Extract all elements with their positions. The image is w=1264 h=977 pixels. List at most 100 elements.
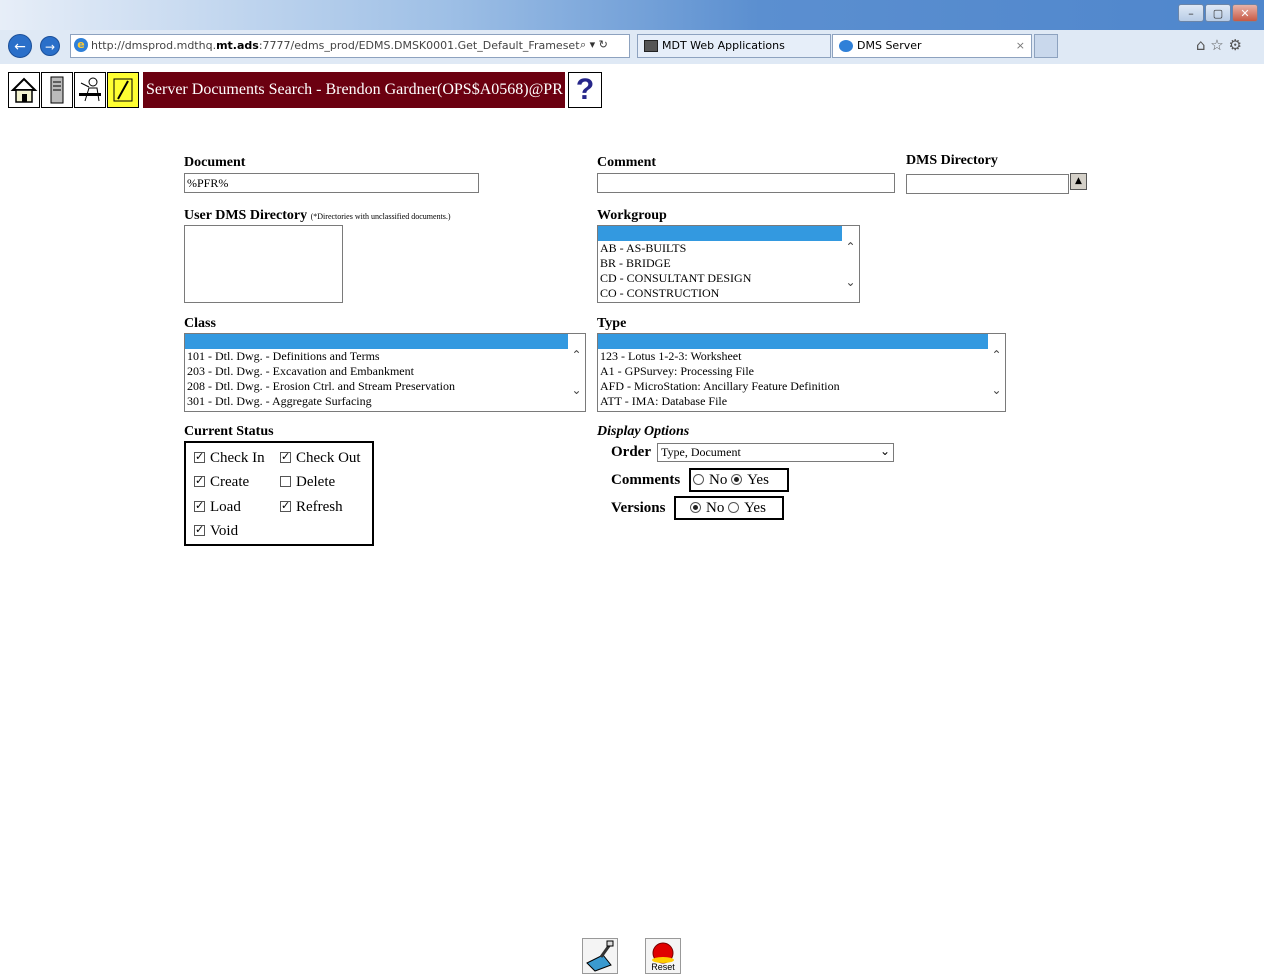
document-input[interactable]: %PFR% xyxy=(184,173,479,193)
user-at-desk-icon[interactable] xyxy=(74,72,106,108)
type-list[interactable]: 123 - Lotus 1-2-3: Worksheet A1 - GPSurv… xyxy=(597,333,1006,412)
status-create[interactable]: Create xyxy=(194,474,249,491)
order-select-value: Type, Document xyxy=(661,445,741,459)
radio-label: Yes xyxy=(747,472,769,488)
comment-input[interactable] xyxy=(597,173,895,193)
home-favorites-settings-icons[interactable]: ⌂ ☆ ⚙ xyxy=(1196,36,1242,54)
dms-directory-picker-button[interactable]: ▲ xyxy=(1070,173,1087,190)
server-icon[interactable] xyxy=(41,72,73,108)
comment-label: Comment xyxy=(597,155,657,170)
versions-no-option[interactable]: No xyxy=(690,500,724,516)
checkbox-icon[interactable] xyxy=(280,450,291,463)
list-item[interactable] xyxy=(598,226,842,241)
checkbox-label: Refresh xyxy=(296,499,343,515)
checkbox-icon[interactable] xyxy=(194,523,205,536)
list-item[interactable]: 101 - Dtl. Dwg. - Definitions and Terms xyxy=(185,349,585,364)
document-label: Document xyxy=(184,155,246,170)
checkbox-label: Load xyxy=(210,499,241,515)
tab-close-icon[interactable]: × xyxy=(1016,35,1025,57)
maximize-button[interactable]: ▢ xyxy=(1205,4,1231,22)
scroll-down-icon[interactable]: ⌄ xyxy=(570,384,583,396)
versions-yes-option[interactable]: Yes xyxy=(728,500,766,516)
list-item[interactable] xyxy=(185,334,568,349)
class-scrollbar[interactable]: ⌃ ⌄ xyxy=(568,334,585,411)
window-titlebar xyxy=(0,0,1264,30)
list-item[interactable]: AB - AS-BUILTS xyxy=(598,241,859,256)
scroll-up-icon[interactable]: ⌃ xyxy=(844,241,857,253)
user-dms-directory-list[interactable] xyxy=(184,225,343,303)
list-item[interactable]: A1 - GPSurvey: Processing File xyxy=(598,364,1005,379)
reset-label: Reset xyxy=(651,962,675,972)
list-item[interactable]: 123 - Lotus 1-2-3: Worksheet xyxy=(598,349,1005,364)
checkbox-label: Delete xyxy=(296,474,336,490)
checkbox-icon[interactable] xyxy=(280,476,291,487)
list-item[interactable]: 301 - Dtl. Dwg. - Aggregate Surfacing xyxy=(185,394,585,409)
home-icon[interactable] xyxy=(8,72,40,108)
list-item[interactable]: 203 - Dtl. Dwg. - Excavation and Embankm… xyxy=(185,364,585,379)
status-check-in[interactable]: Check In xyxy=(194,450,265,467)
url-prefix: http://dmsprod.mdthq. xyxy=(91,39,217,52)
radio-icon[interactable] xyxy=(693,474,704,485)
tab-mdt-web-applications[interactable]: MDT Web Applications xyxy=(637,34,831,58)
status-check-out[interactable]: Check Out xyxy=(280,450,361,467)
chevron-down-icon[interactable]: ⌄ xyxy=(880,444,890,458)
checkbox-label: Check Out xyxy=(296,450,361,466)
radio-label: Yes xyxy=(744,500,766,516)
minimize-button[interactable]: – xyxy=(1178,4,1204,22)
versions-label: Versions xyxy=(611,500,666,516)
edit-pencil-icon[interactable] xyxy=(107,72,139,108)
tab-label: MDT Web Applications xyxy=(662,39,785,52)
workgroup-scrollbar[interactable]: ⌃ ⌄ xyxy=(842,226,859,302)
checkbox-icon[interactable] xyxy=(194,499,205,512)
status-refresh[interactable]: Refresh xyxy=(280,499,343,516)
url-host: mt.ads xyxy=(216,39,259,52)
status-void[interactable]: Void xyxy=(194,523,238,540)
checkbox-label: Check In xyxy=(210,450,265,466)
dms-directory-label: DMS Directory xyxy=(906,153,998,168)
list-item[interactable]: CD - CONSULTANT DESIGN xyxy=(598,271,859,286)
checkbox-icon[interactable] xyxy=(194,474,205,487)
radio-icon[interactable] xyxy=(690,502,701,513)
user-dms-directory-note: (*Directories with unclassified document… xyxy=(310,212,451,221)
reset-button[interactable]: Reset xyxy=(645,938,681,974)
scroll-down-icon[interactable]: ⌄ xyxy=(844,276,857,288)
scroll-down-icon[interactable]: ⌄ xyxy=(990,384,1003,396)
checkbox-icon[interactable] xyxy=(280,499,291,512)
comments-radio-group: No Yes xyxy=(689,468,789,492)
radio-icon[interactable] xyxy=(731,474,743,485)
list-item[interactable]: 208 - Dtl. Dwg. - Erosion Ctrl. and Stre… xyxy=(185,379,585,394)
address-bar[interactable]: e http://dmsprod.mdthq.mt.ads:7777/edms_… xyxy=(70,34,630,58)
display-options-label: Display Options xyxy=(597,424,690,439)
new-tab-button[interactable] xyxy=(1034,34,1058,58)
back-button[interactable]: ← xyxy=(8,34,32,58)
status-load[interactable]: Load xyxy=(194,499,241,516)
close-window-button[interactable]: ✕ xyxy=(1232,4,1258,22)
scroll-up-icon[interactable]: ⌃ xyxy=(570,349,583,361)
list-item[interactable]: AFD - MicroStation: Ancillary Feature De… xyxy=(598,379,1005,394)
address-search-refresh-icon[interactable]: ⌕ ▾ ↻ xyxy=(580,38,628,54)
radio-label: No xyxy=(706,500,725,516)
list-item[interactable]: BR - BRIDGE xyxy=(598,256,859,271)
help-icon[interactable]: ? xyxy=(568,72,602,108)
search-button[interactable] xyxy=(582,938,618,974)
type-scrollbar[interactable]: ⌃ ⌄ xyxy=(988,334,1005,411)
tab-dms-server[interactable]: DMS Server × xyxy=(832,34,1032,58)
url-suffix: :7777/edms_prod/EDMS.DMSK0001.Get_Defaul… xyxy=(258,39,599,52)
scroll-up-icon[interactable]: ⌃ xyxy=(990,349,1003,361)
comments-no-option[interactable]: No xyxy=(693,472,727,488)
comments-yes-option[interactable]: Yes xyxy=(731,472,769,488)
list-item[interactable]: ATT - IMA: Database File xyxy=(598,394,1005,409)
checkbox-label: Void xyxy=(210,523,239,539)
status-delete[interactable]: Delete xyxy=(280,474,335,491)
dms-directory-input[interactable] xyxy=(906,174,1069,194)
checkbox-icon[interactable] xyxy=(194,450,205,463)
class-list[interactable]: 101 - Dtl. Dwg. - Definitions and Terms … xyxy=(184,333,586,412)
list-item[interactable]: CO - CONSTRUCTION xyxy=(598,286,859,301)
radio-icon[interactable] xyxy=(728,502,740,513)
current-status-label: Current Status xyxy=(184,424,274,439)
order-select[interactable]: Type, Document ⌄ xyxy=(657,443,894,462)
workgroup-list[interactable]: AB - AS-BUILTS BR - BRIDGE CD - CONSULTA… xyxy=(597,225,860,303)
forward-button[interactable]: → xyxy=(40,36,60,56)
page-title: Server Documents Search - Brendon Gardne… xyxy=(143,72,565,108)
list-item[interactable] xyxy=(598,334,988,349)
